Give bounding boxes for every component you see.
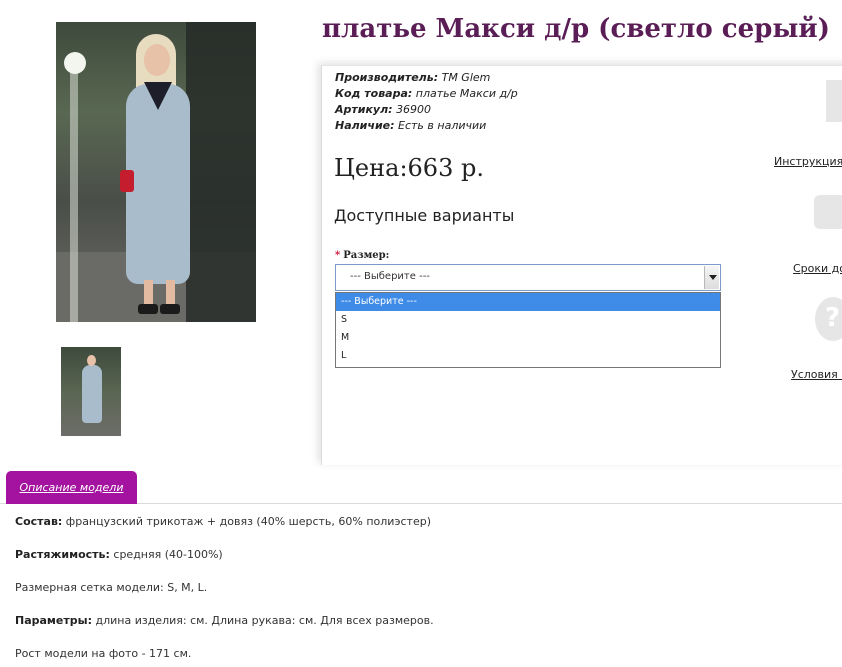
desc-key: Параметры:	[15, 614, 92, 627]
meta-key: Артикул:	[335, 103, 393, 116]
tab-description[interactable]: Описание модели	[6, 471, 137, 504]
desc-key: Растяжимость:	[15, 548, 110, 561]
desc-parameters: Параметры: длина изделия: см. Длина рука…	[15, 614, 434, 627]
conditions-link[interactable]: Условия п	[791, 368, 842, 381]
size-select[interactable]: --- Выберите ---	[335, 264, 721, 291]
question-glyph: ?	[825, 303, 841, 333]
meta-key: Наличие:	[335, 119, 395, 132]
size-label: * Размер:	[335, 250, 389, 261]
size-option-m[interactable]: M	[336, 329, 720, 347]
meta-availability: Наличие: Есть в наличии	[335, 119, 486, 132]
chevron-down-icon	[709, 275, 717, 280]
model-collar	[144, 82, 172, 110]
meta-sku: Артикул: 36900	[335, 103, 431, 116]
model-head	[144, 44, 170, 76]
meta-product-code: Код товара: платье Макси д/р	[335, 87, 518, 100]
meta-key: Производитель:	[335, 71, 439, 84]
size-select-value: --- Выберите ---	[350, 271, 430, 282]
info-icon	[826, 80, 842, 122]
desc-stretch: Растяжимость: средняя (40-100%)	[15, 548, 223, 561]
meta-value: 36900	[396, 103, 432, 116]
product-price: Цена:663 р.	[334, 154, 484, 182]
instructions-link[interactable]: Инструкция по	[774, 155, 842, 168]
product-info-panel: Производитель: ТМ Glem Код товара: плать…	[321, 65, 842, 465]
meta-key: Код товара:	[335, 87, 413, 100]
size-dropdown-list: --- Выберите --- S M L	[335, 292, 721, 368]
model-dress	[126, 84, 190, 284]
photo-lamp-post	[70, 62, 78, 322]
desc-model-height: Рост модели на фото - 171 см.	[15, 647, 191, 660]
desc-value: французский трикотаж + довяз (40% шерсть…	[62, 515, 431, 528]
desc-value: длина изделия: см. Длина рукава: см. Для…	[91, 614, 434, 627]
variants-heading: Доступные варианты	[334, 206, 515, 225]
size-option-l[interactable]: L	[336, 347, 720, 365]
model-shoe	[138, 304, 158, 314]
photo-lamp	[64, 52, 86, 74]
desc-composition: Состав: французский трикотаж + довяз (40…	[15, 515, 431, 528]
meta-value: платье Макси д/р	[415, 87, 518, 100]
truck-icon	[814, 195, 842, 229]
photo-background-gate	[186, 22, 256, 322]
model-shoe	[160, 304, 180, 314]
desc-size-grid: Размерная сетка модели: S, M, L.	[15, 581, 207, 594]
desc-value: Размерная сетка модели: S, M, L.	[15, 581, 208, 594]
model-bag	[120, 170, 134, 192]
meta-value: ТМ Glem	[441, 71, 491, 84]
size-label-text: Размер:	[343, 250, 390, 261]
desc-value: средняя (40-100%)	[109, 548, 223, 561]
meta-manufacturer: Производитель: ТМ Glem	[335, 71, 490, 84]
thumbnail-dress	[82, 365, 102, 423]
desc-key: Состав:	[15, 515, 63, 528]
product-main-photo[interactable]	[56, 22, 256, 322]
product-title: платье Макси д/р (светло серый)	[322, 14, 830, 44]
size-option-placeholder[interactable]: --- Выберите ---	[336, 293, 720, 311]
product-thumbnail[interactable]	[61, 347, 121, 436]
thumbnail-head	[87, 355, 96, 366]
desc-value: Рост модели на фото - 171 см.	[15, 647, 192, 660]
meta-value: Есть в наличии	[398, 119, 487, 132]
delivery-terms-link[interactable]: Сроки дос	[793, 262, 842, 275]
size-option-s[interactable]: S	[336, 311, 720, 329]
required-mark: *	[335, 250, 341, 261]
select-arrow-button[interactable]	[704, 266, 719, 289]
